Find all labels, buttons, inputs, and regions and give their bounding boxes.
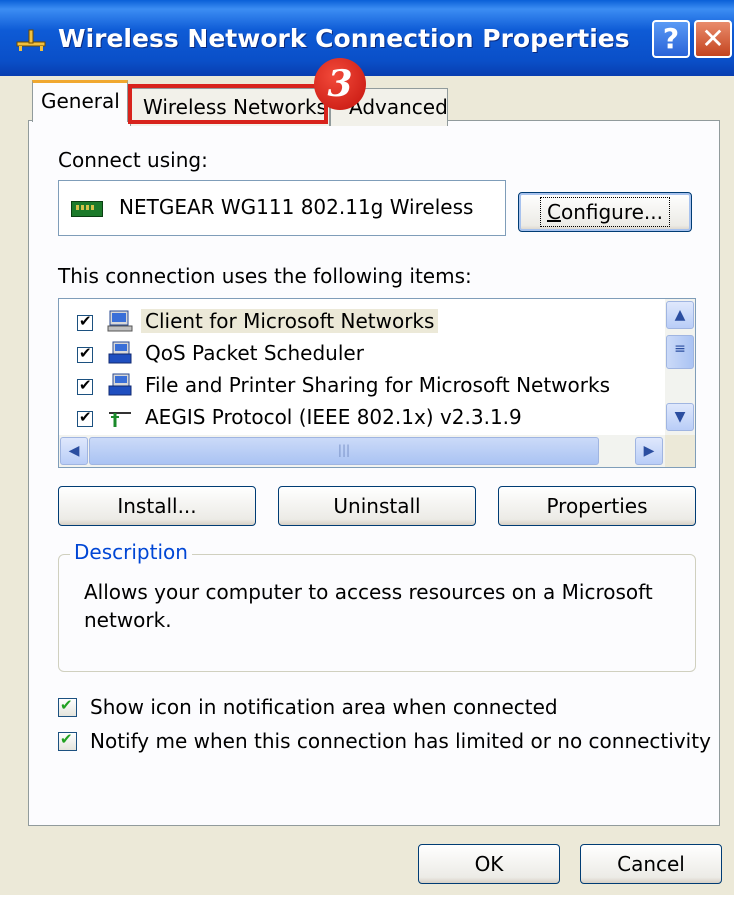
window-title: Wireless Network Connection Properties xyxy=(58,24,630,53)
notify-label[interactable]: Notify me when this connection has limit… xyxy=(90,729,711,753)
properties-button[interactable]: Properties xyxy=(498,486,696,526)
network-connection-icon xyxy=(16,29,46,51)
item-label: AEGIS Protocol (IEEE 802.1x) v2.3.1.9 xyxy=(145,405,522,429)
scroll-down-icon[interactable]: ▼ xyxy=(666,403,694,431)
item-label: File and Printer Sharing for Microsoft N… xyxy=(145,373,610,397)
show-icon-checkbox[interactable] xyxy=(58,696,77,717)
scroll-thumb[interactable]: ≡ xyxy=(666,335,694,369)
items-label: This connection uses the following items… xyxy=(58,264,472,288)
horizontal-scrollbar[interactable]: ◀ ||| ▶ xyxy=(59,435,665,467)
close-button[interactable]: ✕ xyxy=(694,20,732,58)
scroll-right-icon[interactable]: ▶ xyxy=(635,437,663,465)
adapter-box: NETGEAR WG111 802.11g Wireless xyxy=(58,180,506,236)
scrollbar-corner xyxy=(665,435,695,467)
network-service-icon xyxy=(108,373,132,396)
scroll-left-icon[interactable]: ◀ xyxy=(60,437,88,465)
item-checkbox[interactable] xyxy=(77,408,93,427)
list-item[interactable]: QoS Packet Scheduler xyxy=(59,339,663,371)
vertical-scrollbar[interactable]: ▲ ≡ ▼ xyxy=(665,299,695,435)
item-label: Client for Microsoft Networks xyxy=(141,309,439,333)
adapter-name: NETGEAR WG111 802.11g Wireless xyxy=(119,195,474,219)
ok-button[interactable]: OK xyxy=(418,844,560,884)
item-checkbox[interactable] xyxy=(77,344,93,363)
components-list[interactable]: Client for Microsoft Networks QoS Packet… xyxy=(58,298,696,468)
network-service-icon xyxy=(108,341,132,364)
list-item[interactable]: AEGIS Protocol (IEEE 802.1x) v2.3.1.9 xyxy=(59,403,663,435)
tab-general[interactable]: General xyxy=(32,80,128,122)
show-icon-label[interactable]: Show icon in notification area when conn… xyxy=(90,695,558,719)
tab-highlight-box xyxy=(128,84,328,124)
list-item[interactable]: File and Printer Sharing for Microsoft N… xyxy=(59,371,663,403)
properties-dialog: Wireless Network Connection Properties ?… xyxy=(0,0,734,895)
help-button[interactable]: ? xyxy=(652,20,690,58)
uninstall-button[interactable]: Uninstall xyxy=(278,486,476,526)
step-number-badge: 3 xyxy=(314,58,366,110)
list-item[interactable]: Client for Microsoft Networks xyxy=(59,307,663,339)
configure-button[interactable]: Configure... xyxy=(518,192,692,232)
title-bar[interactable]: Wireless Network Connection Properties ?… xyxy=(0,0,734,76)
description-text: Allows your computer to access resources… xyxy=(84,580,653,632)
item-checkbox[interactable] xyxy=(77,312,93,331)
horizontal-scroll-thumb[interactable]: ||| xyxy=(89,437,599,465)
item-checkbox[interactable] xyxy=(77,376,93,395)
network-card-icon xyxy=(71,201,103,217)
connect-using-label: Connect using: xyxy=(58,148,208,172)
notify-checkbox[interactable] xyxy=(58,730,77,751)
item-label: QoS Packet Scheduler xyxy=(145,341,364,365)
install-button[interactable]: Install... xyxy=(58,486,256,526)
cancel-button[interactable]: Cancel xyxy=(580,844,722,884)
network-client-icon xyxy=(107,310,133,332)
scroll-up-icon[interactable]: ▲ xyxy=(666,301,694,329)
protocol-icon xyxy=(109,412,131,427)
description-title: Description xyxy=(70,540,192,564)
